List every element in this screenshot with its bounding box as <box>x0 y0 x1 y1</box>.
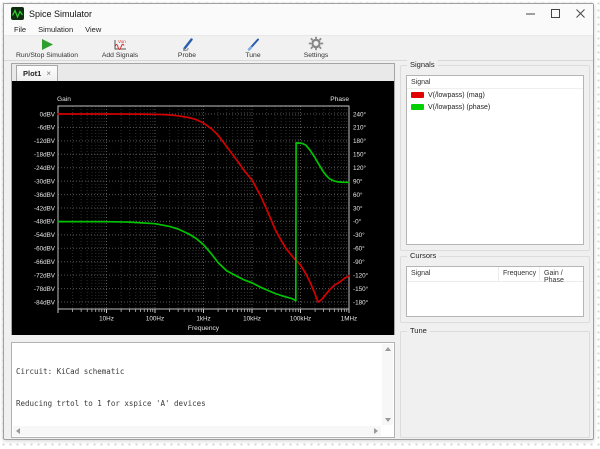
svg-text:Phase: Phase <box>330 96 349 103</box>
signal-label: V(/lowpass) (mag) <box>428 91 485 99</box>
svg-text:-150°: -150° <box>353 285 369 293</box>
cursors-group-title: Cursors <box>407 251 440 260</box>
svg-text:-18dBV: -18dBV <box>34 152 56 159</box>
signals-list[interactable]: Signal V(/lowpass) (mag) V(/lowpass) (ph… <box>406 75 584 245</box>
tab-label: Plot1 <box>23 69 42 78</box>
signal-color-swatch-red <box>411 92 424 98</box>
signal-color-swatch-green <box>411 104 424 110</box>
play-icon <box>40 38 54 51</box>
cursors-table[interactable]: Signal Frequency Gain / Phase <box>406 266 584 317</box>
svg-text:60°: 60° <box>353 191 363 199</box>
minimize-icon <box>526 13 535 15</box>
run-stop-simulation-button[interactable]: Run/Stop Simulation <box>6 37 88 60</box>
svg-text:Gain: Gain <box>57 96 71 103</box>
signals-group-title: Signals <box>407 60 438 69</box>
svg-text:-12dBV: -12dBV <box>34 138 56 145</box>
close-icon <box>576 9 585 18</box>
horizontal-scrollbar[interactable] <box>13 426 381 436</box>
svg-text:-72dBV: -72dBV <box>34 272 56 279</box>
scroll-left-icon[interactable] <box>16 428 20 434</box>
svg-text:-30dBV: -30dBV <box>34 178 56 185</box>
svg-text:-30°: -30° <box>353 231 365 239</box>
scroll-up-icon[interactable] <box>385 347 391 351</box>
maximize-icon <box>551 9 560 18</box>
svg-text:-180°: -180° <box>353 298 369 306</box>
add-signals-button[interactable]: Von Add Signals <box>88 37 152 60</box>
title-bar: Spice Simulator <box>4 4 593 23</box>
tab-close-icon[interactable]: × <box>46 69 51 78</box>
menu-view[interactable]: View <box>79 23 107 35</box>
signal-row-phase[interactable]: V(/lowpass) (phase) <box>407 101 583 113</box>
maximize-button[interactable] <box>543 4 568 23</box>
tune-group-title: Tune <box>407 326 430 335</box>
bode-plot-svg: 0dBV 240° -6dBV 210° -12dBV 180° -18dBV 150° -24… <box>12 81 394 335</box>
svg-text:30°: 30° <box>353 204 363 212</box>
app-icon <box>11 7 24 20</box>
svg-text:-24dBV: -24dBV <box>34 165 56 172</box>
svg-text:100Hz: 100Hz <box>146 316 164 323</box>
scroll-right-icon[interactable] <box>374 428 378 434</box>
svg-text:Von: Von <box>118 39 126 44</box>
svg-text:-84dBV: -84dBV <box>34 299 56 306</box>
signals-group: Signals Signal V(/lowpass) (mag) V(/lowp… <box>400 60 590 251</box>
cursors-group: Cursors Signal Frequency Gain / Phase <box>400 251 590 323</box>
cursors-col-frequency: Frequency <box>499 267 540 281</box>
menu-simulation[interactable]: Simulation <box>32 23 79 35</box>
svg-text:120°: 120° <box>353 164 367 172</box>
svg-text:-78dBV: -78dBV <box>34 286 56 293</box>
svg-text:-60dBV: -60dBV <box>34 246 56 253</box>
vertical-scrollbar[interactable] <box>382 344 393 425</box>
probe-icon <box>180 38 195 51</box>
plot-area[interactable]: 0dBV 240° -6dBV 210° -12dBV 180° -18dBV 150° -24… <box>12 81 394 335</box>
waveform-icon: Von <box>112 38 128 51</box>
tab-plot1[interactable]: Plot1 × <box>16 65 59 81</box>
svg-text:180°: 180° <box>353 137 367 145</box>
probe-button[interactable]: Probe <box>152 37 222 60</box>
svg-text:-60°: -60° <box>353 245 365 253</box>
tab-strip: Plot1 × <box>12 64 394 81</box>
svg-text:210°: 210° <box>353 124 367 132</box>
svg-text:90°: 90° <box>353 177 363 185</box>
svg-text:-42dBV: -42dBV <box>34 205 56 212</box>
svg-text:-54dBV: -54dBV <box>34 232 56 239</box>
svg-text:-66dBV: -66dBV <box>34 259 56 266</box>
cursors-col-signal: Signal <box>407 267 499 281</box>
svg-text:0dBV: 0dBV <box>40 111 56 118</box>
toolbar: Run/Stop Simulation Von Add Signals Prob… <box>4 36 593 61</box>
svg-text:1kHz: 1kHz <box>196 316 210 323</box>
screwdriver-icon <box>246 38 261 51</box>
cursors-col-gain-phase: Gain / Phase <box>544 270 564 284</box>
close-button[interactable] <box>568 4 593 23</box>
menu-file[interactable]: File <box>8 23 32 35</box>
minimize-button[interactable] <box>518 4 543 23</box>
svg-text:-120°: -120° <box>353 271 369 279</box>
tune-button[interactable]: Tune <box>222 37 284 60</box>
menu-bar: File Simulation View <box>4 23 593 36</box>
svg-text:-90°: -90° <box>353 258 365 266</box>
plot-notebook: Plot1 × 0dBV 240° -6dBV 210° -12dBV 180° -18dB… <box>11 63 395 335</box>
scroll-down-icon[interactable] <box>385 418 391 422</box>
signal-row-mag[interactable]: V(/lowpass) (mag) <box>407 89 583 101</box>
settings-button[interactable]: Settings <box>284 36 348 60</box>
svg-text:10Hz: 10Hz <box>99 316 114 323</box>
gear-icon <box>308 36 324 51</box>
svg-text:10kHz: 10kHz <box>243 316 261 323</box>
svg-text:-48dBV: -48dBV <box>34 219 56 226</box>
svg-text:1MHz: 1MHz <box>341 316 357 323</box>
signal-label: V(/lowpass) (phase) <box>428 103 491 111</box>
svg-text:-0°: -0° <box>353 218 362 226</box>
svg-text:-36dBV: -36dBV <box>34 192 56 199</box>
svg-text:-6dBV: -6dBV <box>37 125 55 132</box>
svg-text:100kHz: 100kHz <box>290 316 311 323</box>
app-window: Spice Simulator File Simulation View Run… <box>3 3 594 440</box>
window-title: Spice Simulator <box>29 8 93 19</box>
svg-text:240°: 240° <box>353 110 367 118</box>
cursors-table-header: Signal Frequency Gain / Phase <box>407 267 583 284</box>
console-text: Circuit: KiCad schematic Reducing trtol … <box>16 367 206 408</box>
svg-text:Frequency: Frequency <box>188 325 220 332</box>
tune-group: Tune <box>400 326 590 438</box>
signals-column-header: Signal <box>407 76 583 89</box>
svg-text:150°: 150° <box>353 151 367 159</box>
simulation-console[interactable]: Circuit: KiCad schematic Reducing trtol … <box>11 342 395 438</box>
